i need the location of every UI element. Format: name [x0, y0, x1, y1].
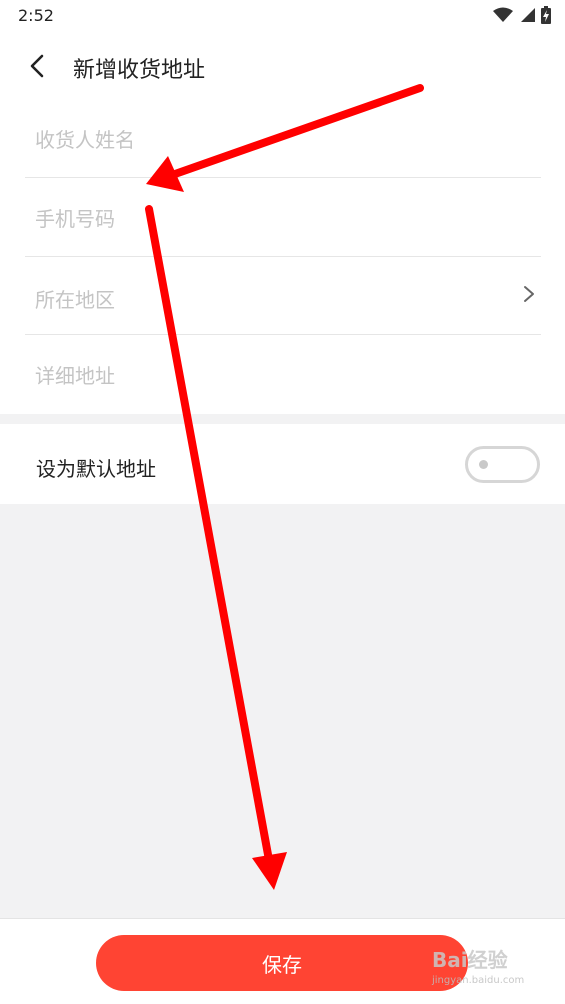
- back-button[interactable]: [22, 50, 54, 82]
- region-placeholder: 所在地区: [35, 288, 115, 312]
- default-address-toggle[interactable]: [465, 446, 540, 483]
- watermark-url: jingyan.baidu.com: [432, 975, 525, 986]
- annotation-arrowhead-2: [252, 852, 287, 890]
- phone-input[interactable]: [35, 201, 505, 237]
- signal-icon: [521, 8, 535, 22]
- phone-field-row: [25, 179, 541, 257]
- region-selector[interactable]: 所在地区: [25, 257, 541, 335]
- chevron-left-icon: [30, 54, 44, 78]
- address-form: 所在地区: [0, 100, 565, 414]
- chevron-right-icon: [524, 286, 534, 302]
- save-button[interactable]: 保存: [96, 935, 468, 991]
- toggle-knob: [479, 460, 488, 469]
- watermark-logo: Bai经验: [432, 948, 508, 972]
- name-field-row: [25, 100, 541, 178]
- status-icons: [493, 6, 551, 24]
- status-bar: 2:52: [0, 0, 565, 32]
- name-input[interactable]: [35, 122, 505, 158]
- detail-field-row: [25, 336, 541, 414]
- default-address-row: 设为默认地址: [0, 424, 565, 504]
- default-address-label: 设为默认地址: [36, 457, 156, 481]
- wifi-icon: [493, 7, 513, 22]
- status-time: 2:52: [18, 6, 54, 25]
- page-title: 新增收货地址: [73, 58, 206, 83]
- detail-address-input[interactable]: [35, 358, 505, 394]
- battery-icon: [541, 6, 551, 24]
- header: 新增收货地址: [0, 32, 565, 100]
